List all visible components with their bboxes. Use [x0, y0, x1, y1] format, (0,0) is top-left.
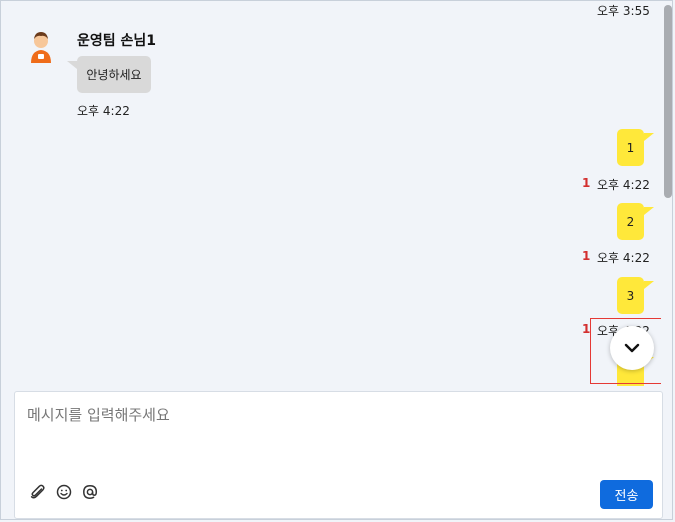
- message-time: 오후 4:22: [77, 104, 130, 118]
- message-time: 오후 4:22: [597, 251, 650, 265]
- outgoing-message-bubble[interactable]: 1: [617, 129, 654, 166]
- user-avatar-icon: [31, 32, 51, 63]
- highlight-box: [590, 318, 661, 384]
- smiley-icon[interactable]: [55, 483, 73, 501]
- unread-count: 1: [582, 249, 591, 263]
- at-sign-icon[interactable]: [81, 483, 99, 501]
- outgoing-message-bubble[interactable]: 2: [617, 203, 654, 240]
- message-composer: 전송: [14, 391, 663, 519]
- send-button[interactable]: 전송: [600, 480, 653, 509]
- message-input[interactable]: [25, 402, 649, 466]
- chat-window: 오후 3:55 운영팀 손님1 안녕하세요 오후 4:22 1 1 오후 4:2…: [0, 0, 673, 520]
- sender-name: 운영팀 손님1: [77, 33, 157, 49]
- message-time: 오후 4:22: [597, 178, 650, 192]
- incoming-message-bubble[interactable]: 안녕하세요: [67, 56, 151, 93]
- unread-count: 1: [582, 176, 591, 190]
- message-list[interactable]: 오후 3:55 운영팀 손님1 안녕하세요 오후 4:22 1 1 오후 4:2…: [1, 1, 661, 386]
- message-time: 오후 3:55: [597, 4, 650, 18]
- scrollbar-thumb[interactable]: [664, 5, 672, 198]
- avatar[interactable]: [27, 29, 55, 63]
- outgoing-message-bubble[interactable]: 3: [617, 277, 654, 314]
- paperclip-icon[interactable]: [29, 483, 47, 501]
